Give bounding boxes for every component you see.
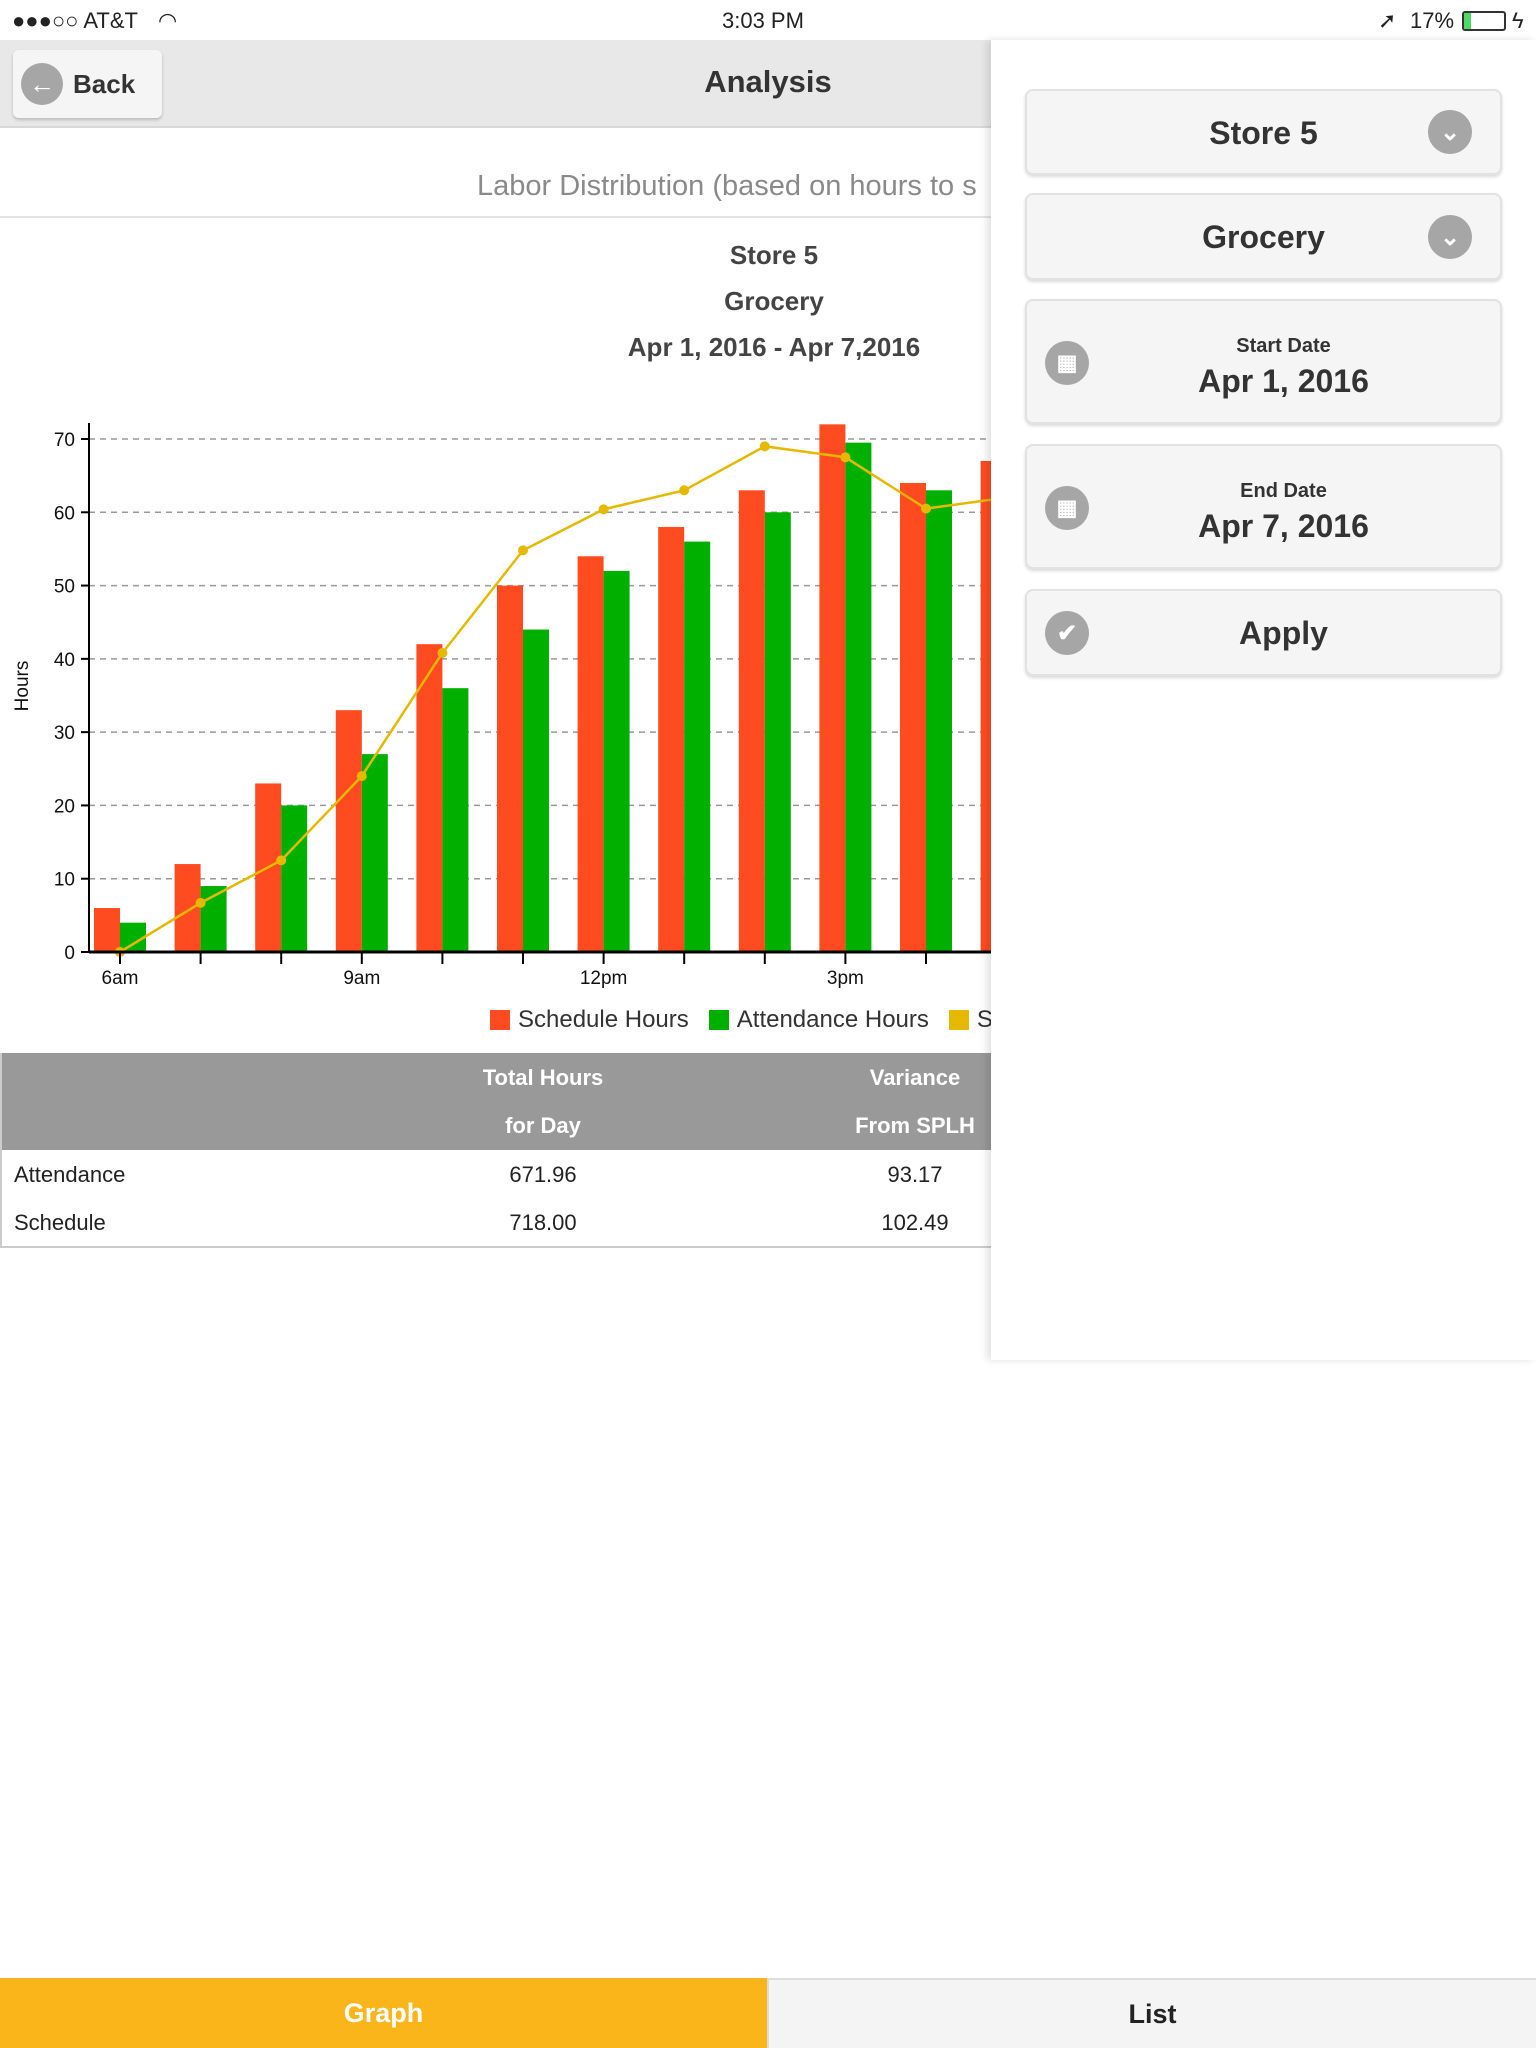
legend-item[interactable]: S — [948, 1006, 993, 1034]
department-select[interactable]: Grocery ⌄ — [1025, 193, 1502, 280]
y-tick-label: 20 — [54, 796, 75, 817]
line-point — [679, 485, 690, 496]
bar-attendance-hours — [281, 805, 308, 952]
apply-label: Apply — [1239, 615, 1328, 651]
line-point — [276, 855, 287, 866]
bar-attendance-hours — [361, 754, 388, 952]
bottom-tabs: Graph List — [0, 1978, 1536, 2048]
chevron-down-icon: ⌄ — [1428, 110, 1472, 154]
bar-schedule-hours — [416, 644, 443, 952]
row-total: 718.00 — [509, 1210, 577, 1235]
y-tick-label: 0 — [64, 943, 75, 964]
x-tick-label: 3pm — [827, 968, 864, 989]
filter-panel: Store 5 ⌄ Grocery ⌄ Start Date Apr 1, 20… — [991, 40, 1536, 1360]
line-point — [921, 503, 931, 514]
y-tick-label: 60 — [54, 503, 75, 524]
header-variance-line1: Variance — [869, 1065, 961, 1090]
legend-swatch — [708, 1010, 729, 1030]
checkmark-icon: ✔ — [1045, 611, 1089, 655]
row-variance: 93.17 — [887, 1162, 943, 1187]
bar-attendance-hours — [764, 512, 791, 952]
bar-schedule-hours — [738, 490, 765, 952]
line-point — [195, 897, 206, 908]
bar-schedule-hours — [497, 585, 523, 952]
bar-attendance-hours — [442, 688, 469, 952]
legend-swatch — [948, 1010, 969, 1030]
row-label: Schedule — [14, 1210, 106, 1235]
bar-attendance-hours — [845, 442, 872, 952]
line-point — [598, 504, 609, 515]
report-subtitle: Labor Distribution (based on hours to s — [477, 170, 977, 202]
legend-item[interactable]: Schedule Hours — [490, 1006, 689, 1034]
bar-schedule-hours — [174, 864, 201, 952]
row-label: Attendance — [14, 1162, 126, 1187]
bar-attendance-hours — [684, 541, 711, 952]
location-icon: ➚ — [1378, 8, 1397, 33]
end-date-label: End Date — [1240, 480, 1327, 502]
bar-schedule-hours — [819, 424, 846, 952]
wifi-icon: ◠ — [158, 8, 178, 33]
bar-schedule-hours — [577, 556, 604, 952]
chevron-down-icon: ⌄ — [1428, 215, 1472, 259]
line-point — [840, 452, 851, 463]
carrier: ●●●○○ AT&T — [12, 8, 138, 33]
line-point — [759, 441, 770, 452]
store-select[interactable]: Store 5 ⌄ — [1025, 89, 1502, 175]
battery-percent: 17% — [1410, 8, 1455, 33]
chart-legend: Schedule Hours Attendance Hours S — [490, 1006, 1013, 1034]
y-tick-label: 30 — [54, 723, 75, 744]
line-point — [437, 647, 448, 658]
bar-attendance-hours — [603, 570, 630, 952]
bar-attendance-hours — [523, 629, 549, 952]
start-date-label: Start Date — [1236, 335, 1331, 357]
bar-attendance-hours — [926, 490, 952, 952]
row-variance: 102.49 — [881, 1210, 949, 1235]
bar-schedule-hours — [658, 526, 685, 952]
y-tick-label: 70 — [54, 430, 75, 451]
y-axis-label: Hours — [12, 661, 33, 712]
line-point — [356, 771, 367, 782]
x-tick-label: 9am — [343, 968, 380, 989]
header-variance-line2: From SPLH — [855, 1113, 975, 1138]
calendar-icon: ▦ — [1045, 486, 1089, 530]
charging-icon: ϟ — [1512, 8, 1524, 33]
labor-chart: 0 10 20 30 40 50 60 70 Hours 6am 9am 12pm 3pm — [12, 423, 1000, 989]
header-total-line1: Total Hours — [482, 1065, 604, 1090]
x-tick-label: 12pm — [580, 968, 628, 989]
legend-item[interactable]: Attendance Hours — [708, 1006, 929, 1034]
legend-label: Attendance Hours — [736, 1006, 929, 1033]
y-tick-label: 40 — [54, 650, 75, 671]
battery-icon — [1462, 11, 1506, 31]
y-tick-label: 50 — [54, 577, 75, 598]
legend-label: Schedule Hours — [518, 1006, 689, 1033]
header-total-line2: for Day — [505, 1113, 581, 1138]
row-total: 671.96 — [509, 1162, 577, 1187]
bar-schedule-hours — [94, 908, 120, 952]
start-date-button[interactable]: Start Date Apr 1, 2016 ▦ — [1025, 299, 1502, 424]
bar-schedule-hours — [335, 710, 362, 952]
calendar-icon: ▦ — [1045, 341, 1089, 385]
x-tick-label: 6am — [102, 968, 139, 989]
start-date-value: Apr 1, 2016 — [1198, 363, 1369, 399]
end-date-button[interactable]: End Date Apr 7, 2016 ▦ — [1025, 444, 1502, 569]
y-tick-label: 10 — [54, 870, 75, 891]
apply-button[interactable]: Apply ✔ — [1025, 589, 1502, 676]
tab-graph[interactable]: Graph — [0, 1978, 767, 2048]
line-point — [518, 545, 528, 556]
clock: 3:03 PM — [722, 8, 804, 33]
end-date-value: Apr 7, 2016 — [1198, 508, 1369, 544]
tab-list[interactable]: List — [767, 1978, 1536, 2048]
legend-swatch — [490, 1010, 510, 1030]
status-bar: ●●●○○ AT&T ◠ 3:03 PM ➚ 17% ϟ — [0, 0, 1536, 40]
bar-schedule-hours — [900, 482, 926, 952]
